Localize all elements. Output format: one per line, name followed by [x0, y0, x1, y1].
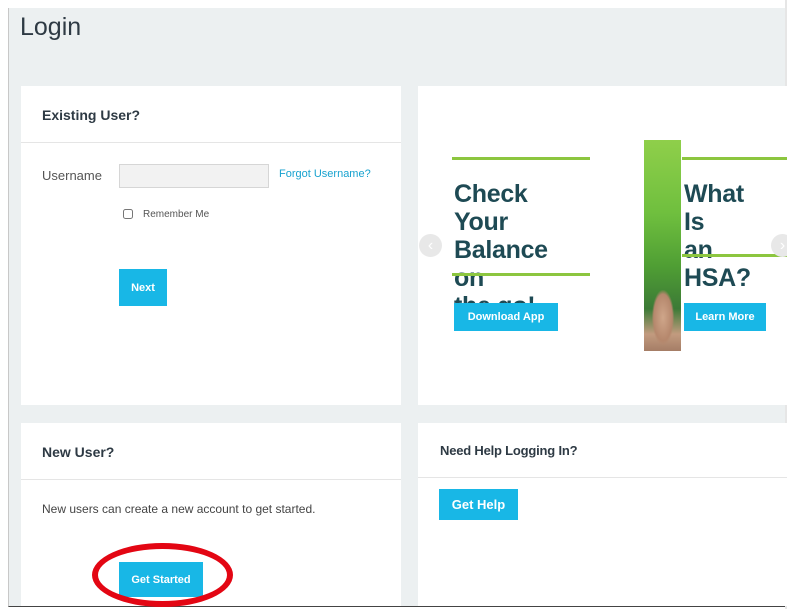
slide-divider-top — [682, 157, 787, 160]
slide-divider-top — [452, 157, 590, 160]
help-heading: Need Help Logging In? — [440, 443, 578, 458]
username-label: Username — [42, 168, 102, 183]
slide-title-line: Check Your — [454, 180, 528, 236]
carousel-prev-icon[interactable]: ‹ — [419, 234, 442, 257]
page-title: Login — [20, 13, 82, 41]
download-app-button[interactable]: Download App — [454, 303, 558, 331]
existing-user-heading: Existing User? — [42, 107, 141, 123]
new-user-description: New users can create a new account to ge… — [42, 502, 316, 516]
existing-user-heading-bar: Existing User? — [21, 86, 401, 143]
new-user-heading-bar: New User? — [21, 423, 401, 480]
slide-title-line: Balance on — [454, 236, 548, 292]
remember-me-label: Remember Me — [143, 209, 210, 220]
promo-carousel: Check Your Balance on the go! Download A… — [418, 86, 787, 405]
new-user-heading: New User? — [42, 444, 115, 460]
slide-title-balance: Check Your Balance on the go! — [454, 180, 548, 320]
slide-title-hsa: What Is an HSA? — [684, 180, 751, 292]
slide-divider-bottom — [682, 254, 787, 257]
remember-me-checkbox[interactable] — [123, 209, 133, 219]
learn-more-button[interactable]: Learn More — [684, 303, 766, 331]
slide-title-line: What Is — [684, 180, 744, 236]
slide-title-line: an HSA? — [684, 236, 751, 292]
help-panel: Need Help Logging In? Get Help — [418, 423, 787, 606]
carousel-next-icon[interactable]: › — [771, 234, 787, 257]
slide-photo — [644, 140, 681, 351]
highlight-circle — [92, 543, 233, 607]
existing-user-panel: Existing User? Username Forgot Username?… — [21, 86, 401, 405]
help-heading-bar: Need Help Logging In? — [418, 423, 787, 478]
get-help-button[interactable]: Get Help — [439, 489, 518, 520]
forgot-username-link[interactable]: Forgot Username? — [279, 168, 371, 180]
next-button[interactable]: Next — [119, 269, 167, 306]
username-input[interactable] — [119, 164, 269, 188]
slide-divider-bottom — [452, 273, 590, 276]
